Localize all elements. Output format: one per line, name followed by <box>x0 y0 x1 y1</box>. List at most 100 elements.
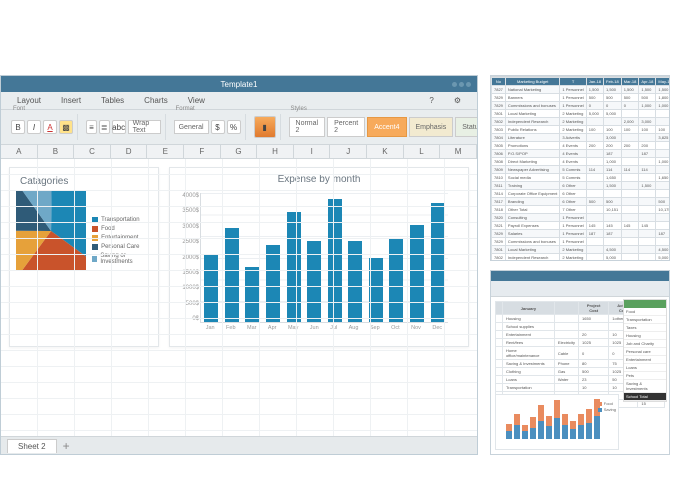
legend-label: Saving or Investments <box>100 253 152 265</box>
table-row[interactable]: 7829Banners1 Personnel5005005005001,800 <box>492 94 671 102</box>
sidebar-item[interactable]: Saving & Investments <box>624 380 666 393</box>
cell-styles-group: Styles Normal 2 Percent 2 Accent4 Emphas… <box>285 114 478 140</box>
menu-insert[interactable]: Insert <box>51 92 91 109</box>
close-icon[interactable] <box>466 82 471 87</box>
column-header[interactable]: H <box>257 145 294 158</box>
align-center-icon[interactable]: ≣ <box>99 120 110 134</box>
sidebar-item[interactable]: Transportation <box>624 316 666 324</box>
menu-tables[interactable]: Tables <box>91 92 134 109</box>
table-row[interactable]: 7803Public Relations2 Marketing100100100… <box>492 126 671 134</box>
table-row[interactable]: 7829Salaries1 Personnel187187187 <box>492 230 671 238</box>
mini2-legend: Food Saving <box>598 401 616 413</box>
style-emphasis[interactable]: Emphasis <box>409 117 454 137</box>
legend-label: Transportation <box>101 217 139 223</box>
pie-chart-svg <box>16 191 86 271</box>
column-header[interactable]: D <box>111 145 148 158</box>
pie-chart-card[interactable]: Catagories TransportationFoodEntertainme… <box>9 167 159 347</box>
stacked-bar <box>554 400 560 439</box>
column-header[interactable]: A <box>1 145 38 158</box>
column-header[interactable]: B <box>38 145 75 158</box>
sidebar-item[interactable]: Entertainment <box>624 356 666 364</box>
bar <box>225 228 239 322</box>
table-row[interactable]: 7817Branding6 Other500500500 <box>492 198 671 206</box>
table-row[interactable]: 7818Other Total7 Other10,15110,175 <box>492 206 671 214</box>
table-row[interactable]: 7806P.O.S/POP4 Events187187 <box>492 150 671 158</box>
pie-title: Catagories <box>10 168 158 191</box>
sidebar-item[interactable]: Food <box>624 308 666 316</box>
table-row[interactable]: 7801Local Marketing2 Marketing5,0005,000 <box>492 110 671 118</box>
column-header[interactable]: L <box>404 145 441 158</box>
budget-table[interactable]: NoMarketing BudgetTJan-18Feb-18Mar-18Apr… <box>491 77 670 261</box>
mini2-stacked-chart[interactable]: Food Saving <box>495 394 619 450</box>
column-header[interactable]: M <box>440 145 477 158</box>
add-sheet-button[interactable]: + <box>63 439 70 453</box>
menu-charts[interactable]: Charts <box>134 92 178 109</box>
sidebar-item[interactable]: Pets <box>624 372 666 380</box>
bar <box>410 225 424 322</box>
stacked-bar <box>578 414 584 439</box>
table-row[interactable]: 7827National Marketing1 Personnel1,5001,… <box>492 86 671 94</box>
insert-chart-icon[interactable]: ▮ <box>254 116 276 138</box>
abc-button[interactable]: abc <box>112 120 126 134</box>
column-header[interactable]: F <box>184 145 221 158</box>
table-row[interactable]: 7829Commissions and bonuses1 Personnel00… <box>492 102 671 110</box>
table-row[interactable]: 7814Corporate Office Equipment6 Other <box>492 190 671 198</box>
legend-item: Entertainment <box>92 235 152 241</box>
style-status[interactable]: Status <box>455 117 478 137</box>
worksheet-area[interactable]: Catagories TransportationFoodEntertainme… <box>1 159 477 436</box>
table-row[interactable]: 7809Newspaper Advertising5 Commis1141141… <box>492 166 671 174</box>
bar <box>389 238 403 322</box>
wrap-text-select[interactable]: Wrap Text <box>128 120 161 134</box>
table-row[interactable]: 7802Independent Research2 Marketing2,000… <box>492 118 671 126</box>
bar <box>307 241 321 322</box>
category-sidebar[interactable]: FoodTransportationTaxesHousingJob and Ch… <box>623 299 667 402</box>
help-icon[interactable]: ? <box>419 92 443 109</box>
stacked-bar <box>530 417 536 439</box>
sheet-tab[interactable]: Sheet 2 <box>7 439 57 453</box>
sidebar-item[interactable]: Personal care <box>624 348 666 356</box>
maximize-icon[interactable] <box>459 82 464 87</box>
window-controls[interactable] <box>452 82 471 87</box>
column-header[interactable]: I <box>294 145 331 158</box>
number-format-select[interactable]: General <box>174 120 209 134</box>
italic-button[interactable]: I <box>27 120 41 134</box>
column-header[interactable]: E <box>147 145 184 158</box>
table-row[interactable]: 7801Local Marketing2 Marketing4,5004,500 <box>492 246 671 254</box>
percent-icon[interactable]: % <box>227 120 241 134</box>
style-percent2[interactable]: Percent 2 <box>327 117 365 137</box>
bar-chart-card[interactable]: Expense by month 4000$3500$3000$2500$200… <box>169 167 469 347</box>
font-group-label: Font <box>13 106 25 112</box>
column-header[interactable]: K <box>367 145 404 158</box>
gear-icon[interactable]: ⚙ <box>444 92 471 109</box>
sidebar-item[interactable]: Housing <box>624 332 666 340</box>
sidebar-item[interactable]: Job and Charity <box>624 340 666 348</box>
style-normal2[interactable]: Normal 2 <box>289 117 326 137</box>
column-header[interactable]: J <box>330 145 367 158</box>
table-row[interactable]: 7805Promotions4 Events200200200200 <box>492 142 671 150</box>
table-row[interactable]: 7811Training6 Other1,5001,500 <box>492 182 671 190</box>
minimize-icon[interactable] <box>452 82 457 87</box>
mini1-grid[interactable]: NoMarketing BudgetTJan-18Feb-18Mar-18Apr… <box>491 77 669 261</box>
align-left-icon[interactable]: ≡ <box>86 120 97 134</box>
column-header[interactable]: C <box>74 145 111 158</box>
table-row[interactable]: 7808Direct Marketing4 Events1,0001,000 <box>492 158 671 166</box>
table-row[interactable]: 7821Payroll Expenses1 Personnel145145145… <box>492 222 671 230</box>
bold-button[interactable]: B <box>11 120 25 134</box>
mini2-sheet[interactable]: JanuaryProject CostActual CostDifference… <box>491 297 669 454</box>
fill-color-button[interactable]: ▩ <box>59 120 73 134</box>
column-header[interactable]: G <box>221 145 258 158</box>
table-row[interactable]: 7802Independent Research2 Marketing5,000… <box>492 254 671 262</box>
sidebar-item[interactable]: School Total <box>624 393 666 401</box>
style-accent4[interactable]: Accent4 <box>367 117 406 137</box>
table-row[interactable]: 7829Commissions and bonuses1 Personnel <box>492 238 671 246</box>
stacked-bar <box>538 405 544 439</box>
sidebar-item[interactable]: Taxes <box>624 324 666 332</box>
sidebar-item[interactable]: Loans <box>624 364 666 372</box>
stacked-bar <box>514 414 520 439</box>
currency-icon[interactable]: $ <box>211 120 225 134</box>
bar <box>266 245 280 322</box>
table-row[interactable]: 7804Literature3 Advertis3,0003,825 <box>492 134 671 142</box>
font-color-button[interactable]: A <box>43 120 57 134</box>
table-row[interactable]: 7820Consulting1 Personnel <box>492 214 671 222</box>
table-row[interactable]: 7810Social media5 Commis1,6501,650 <box>492 174 671 182</box>
